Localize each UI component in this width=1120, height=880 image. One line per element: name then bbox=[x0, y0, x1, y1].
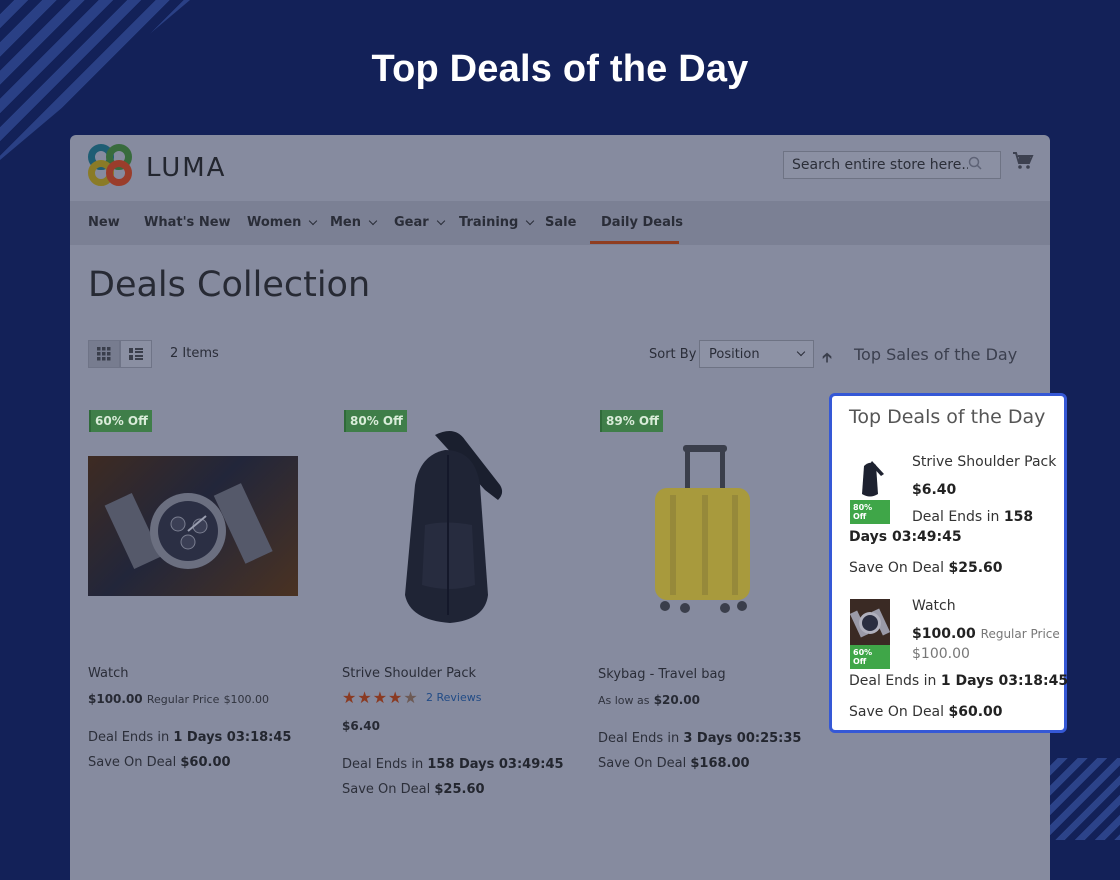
product-toolbar: 2 Items Sort By Position 🡱 Top Sales of … bbox=[70, 340, 1050, 370]
rating-stars-icon: ★★★★★ bbox=[342, 688, 419, 707]
deal-item-name[interactable]: Strive Shoulder Pack bbox=[912, 454, 1056, 470]
brand-name[interactable]: LUMA bbox=[146, 153, 226, 183]
list-view-button[interactable] bbox=[120, 340, 152, 368]
hero-title: Top Deals of the Day bbox=[371, 48, 749, 90]
nav-item-new[interactable]: New bbox=[88, 215, 120, 230]
discount-badge: 89% Off bbox=[600, 410, 663, 432]
save-on-deal: Save On Deal $60.00 bbox=[88, 755, 231, 770]
product-image-skybag[interactable] bbox=[640, 440, 770, 620]
nav-item-training[interactable]: Training bbox=[459, 215, 535, 230]
deal-ends: Deal Ends in 3 Days 00:25:35 bbox=[598, 731, 802, 746]
deal-ends: Deal Ends in 158 Days 03:49:45 bbox=[342, 757, 564, 772]
deal-ends: Deal Ends in 1 Days 03:18:45 bbox=[849, 673, 1069, 689]
product-name[interactable]: Skybag - Travel bag bbox=[598, 667, 726, 682]
save-on-deal: Save On Deal $168.00 bbox=[598, 756, 750, 771]
product-price: $6.40 bbox=[342, 719, 380, 733]
items-count: 2 Items bbox=[170, 346, 219, 361]
deal-discount-badge: 60% Off bbox=[850, 645, 890, 669]
grid-icon bbox=[97, 347, 111, 361]
list-icon bbox=[129, 347, 143, 360]
nav-item-daily-deals[interactable]: Daily Deals bbox=[601, 215, 683, 230]
sort-select[interactable]: Position bbox=[699, 340, 814, 368]
decorative-stripes-bottom-right bbox=[1048, 758, 1120, 840]
deal-ends-line2: Days 03:49:45 bbox=[849, 529, 962, 545]
store-header: LUMA bbox=[70, 135, 1050, 201]
panel-title: Top Deals of the Day bbox=[849, 406, 1046, 428]
discount-badge: 60% Off bbox=[89, 410, 152, 432]
search-input[interactable] bbox=[784, 152, 968, 178]
deal-thumb-watch[interactable] bbox=[849, 599, 891, 647]
product-name[interactable]: Watch bbox=[88, 666, 128, 681]
top-sales-link[interactable]: Top Sales of the Day bbox=[854, 345, 1017, 364]
product-image-watch[interactable] bbox=[88, 456, 298, 596]
deal-regular-price: $100.00 bbox=[912, 646, 970, 662]
sort-by-label: Sort By bbox=[649, 347, 697, 362]
grid-view-button[interactable] bbox=[88, 340, 120, 368]
nav-item-women[interactable]: Women bbox=[247, 215, 318, 230]
deal-save: Save On Deal $60.00 bbox=[849, 704, 1003, 720]
product-price: $100.00 Regular Price $100.00 bbox=[88, 692, 270, 706]
deal-item-price: $6.40 bbox=[912, 482, 957, 498]
deal-ends: Deal Ends in 1 Days 03:18:45 bbox=[88, 730, 292, 745]
chevron-down-icon bbox=[526, 216, 535, 226]
deal-item-name[interactable]: Watch bbox=[912, 598, 956, 614]
product-name[interactable]: Strive Shoulder Pack bbox=[342, 666, 476, 681]
top-deals-panel: Top Deals of the Day 80% Off Strive Shou… bbox=[829, 393, 1069, 733]
luma-logo-icon[interactable] bbox=[88, 144, 134, 188]
chevron-down-icon bbox=[368, 216, 378, 226]
active-nav-indicator bbox=[590, 241, 679, 244]
main-nav: New What's New Women Men Gear Training S… bbox=[70, 201, 1050, 245]
nav-item-gear[interactable]: Gear bbox=[394, 215, 445, 230]
cart-icon[interactable] bbox=[1012, 151, 1034, 171]
search-box[interactable] bbox=[783, 151, 1001, 179]
product-price: As low as $20.00 bbox=[598, 693, 701, 707]
chevron-down-icon bbox=[436, 216, 445, 226]
deal-save: Save On Deal $25.60 bbox=[849, 560, 1003, 576]
chevron-down-icon bbox=[796, 347, 806, 357]
deal-ends-line1: Deal Ends in 158 bbox=[912, 509, 1034, 525]
deal-thumb-shoulder-pack[interactable] bbox=[850, 456, 890, 500]
page-title: Deals Collection bbox=[88, 265, 371, 305]
chevron-down-icon bbox=[309, 216, 318, 226]
deal-item-price: $100.00 Regular Price bbox=[912, 626, 1060, 642]
product-image-shoulder-pack[interactable] bbox=[380, 425, 510, 625]
deal-discount-badge: 80% Off bbox=[850, 500, 890, 524]
search-icon[interactable] bbox=[968, 156, 982, 174]
nav-item-sale[interactable]: Sale bbox=[545, 215, 576, 230]
save-on-deal: Save On Deal $25.60 bbox=[342, 782, 485, 797]
reviews-link[interactable]: 2 Reviews bbox=[426, 691, 481, 704]
nav-item-whats-new[interactable]: What's New bbox=[144, 215, 231, 230]
sort-select-value: Position bbox=[709, 346, 760, 362]
sort-direction-arrow-icon[interactable]: 🡱 bbox=[822, 347, 832, 371]
nav-item-men[interactable]: Men bbox=[330, 215, 378, 230]
